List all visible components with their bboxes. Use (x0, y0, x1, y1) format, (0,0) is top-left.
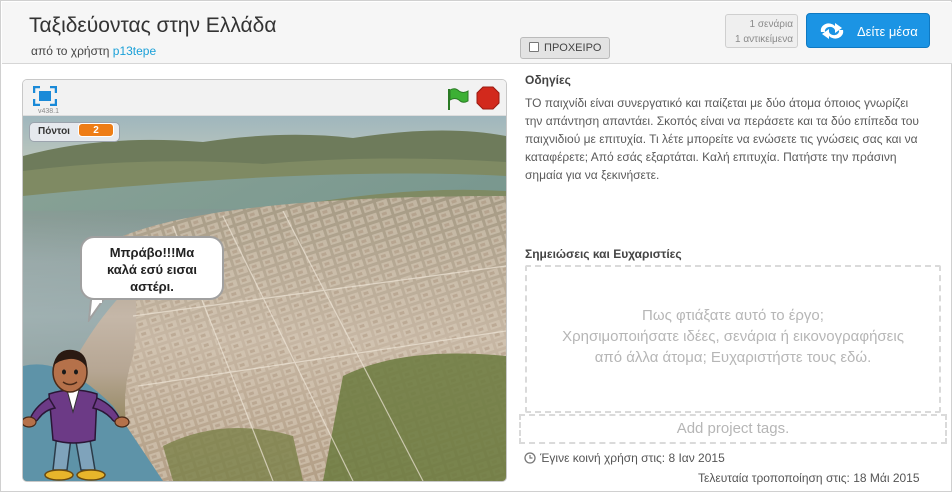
draft-label: ΠΡΟΧΕΙΡΟ (544, 42, 602, 54)
score-label: Πόντοι (38, 126, 70, 137)
player-controls: v438.1 (23, 80, 506, 116)
modified-date: Τελευταία τροποποίηση στις: 18 Μάι 2015 (698, 471, 920, 485)
see-inside-button[interactable]: Δείτε μέσα (806, 13, 930, 48)
speech-line-3: αστέρι. (130, 279, 174, 294)
score-monitor: Πόντοι 2 (29, 122, 120, 142)
draft-checkbox[interactable] (529, 42, 539, 52)
clock-icon (524, 452, 536, 464)
author-prefix: από το χρήστη (31, 44, 110, 58)
shared-date-text: Έγινε κοινή χρήση στις: 8 Ιαν 2015 (540, 451, 725, 465)
notes-placeholder-line-3: από άλλα άτομα; Ευχαριστήστε τους εδώ. (594, 349, 872, 366)
remix-icon (820, 23, 844, 39)
stage[interactable]: Πόντοι 2 Μπράβο!!!Μα καλά εσύ εισαι αστέρ… (23, 116, 506, 481)
draft-toggle[interactable]: ΠΡΟΧΕΙΡΟ (520, 37, 610, 59)
project-player: v438.1 Πόντοι 2 Μπράβο!!!Μα καλά εσύ εισ… (22, 79, 507, 482)
speech-bubble-tail (87, 300, 105, 322)
score-value: 2 (77, 123, 114, 137)
speech-line-2: καλά εσύ εισαι (106, 262, 197, 277)
speech-bubble: Μπράβο!!!Μα καλά εσύ εισαι αστέρι. (80, 236, 224, 300)
speech-line-1: Μπράβο!!!Μα (109, 245, 195, 260)
project-tags-field[interactable]: Add project tags. (519, 414, 947, 444)
green-flag-icon[interactable] (444, 87, 470, 111)
scripts-count: 1 σενάρια (749, 19, 793, 30)
notes-placeholder-line-1: Πως φτιάξατε αυτό το έργο; (642, 307, 824, 324)
project-page: Ταξιδεύοντας στην Ελλάδα από το χρήστη p… (0, 0, 952, 492)
notes-credits-field[interactable]: Πως φτιάξατε αυτό το έργο; Χρησιμοποιήσα… (525, 265, 941, 413)
fullscreen-icon[interactable] (33, 86, 57, 106)
boy-character-sprite[interactable] (23, 342, 143, 481)
author-link[interactable]: p13tepe (113, 44, 156, 58)
instructions-text[interactable]: ΤΟ παιχνίδι είναι συνεργατικό και παίζετ… (525, 94, 925, 184)
see-inside-label: Δείτε μέσα (857, 24, 918, 39)
stop-sign-icon[interactable] (476, 86, 500, 110)
project-stats: 1 σενάρια 1 αντικείμενα (725, 14, 798, 48)
project-header: Ταξιδεύοντας στην Ελλάδα από το χρήστη p… (2, 2, 952, 64)
player-version: v438.1 (38, 108, 60, 115)
notes-title: Σημειώσεις και Ευχαριστίες (525, 247, 682, 261)
instructions-title: Οδηγίες (525, 73, 571, 87)
notes-placeholder-line-2: Χρησιμοποιήσατε ιδέες, σενάρια ή εικονογ… (562, 328, 904, 345)
shared-date: Έγινε κοινή χρήση στις: 8 Ιαν 2015 (524, 451, 725, 465)
project-title[interactable]: Ταξιδεύοντας στην Ελλάδα (29, 14, 276, 38)
sprites-count: 1 αντικείμενα (735, 34, 793, 45)
author-line: από το χρήστη p13tepe (31, 44, 156, 58)
